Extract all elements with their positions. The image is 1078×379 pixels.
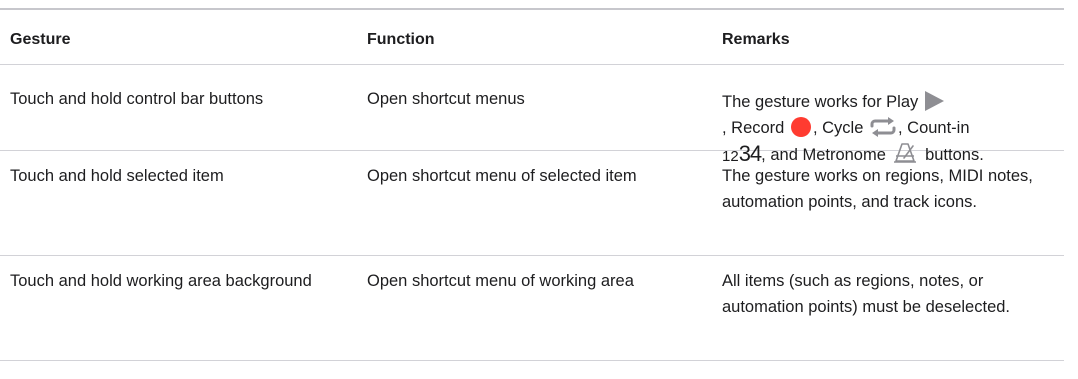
header-remarks: Remarks	[722, 31, 790, 48]
remarks-cell: All items (such as regions, notes, or au…	[722, 272, 1011, 316]
header-gesture: Gesture	[10, 31, 71, 48]
remarks-text: , Count-in	[897, 119, 970, 137]
table-header-row: Gesture Function Remarks	[0, 10, 1064, 65]
table-row: Touch and hold selected item Open shortc…	[0, 151, 1064, 256]
header-function: Function	[367, 31, 435, 48]
gestures-table: Gesture Function Remarks Touch and hold …	[0, 8, 1064, 361]
remarks-text: The gesture works for Play	[722, 93, 919, 111]
remarks-text: , Cycle	[812, 119, 864, 137]
remarks-cell: The gesture works on regions, MIDI notes…	[722, 167, 1033, 211]
table-row: Touch and hold working area background O…	[0, 256, 1064, 361]
table-row: Touch and hold control bar buttons Open …	[0, 65, 1064, 166]
gesture-cell: Touch and hold control bar buttons	[10, 90, 264, 108]
record-icon	[790, 117, 811, 137]
function-cell: Open shortcut menu of working area	[367, 272, 634, 290]
play-icon	[924, 91, 944, 111]
function-cell: Open shortcut menu of selected item	[367, 167, 637, 185]
function-cell: Open shortcut menus	[367, 90, 525, 108]
gesture-cell: Touch and hold selected item	[10, 167, 224, 185]
gesture-cell: Touch and hold working area background	[10, 272, 312, 290]
remarks-text: , Record	[722, 119, 785, 137]
cycle-icon	[870, 117, 896, 137]
